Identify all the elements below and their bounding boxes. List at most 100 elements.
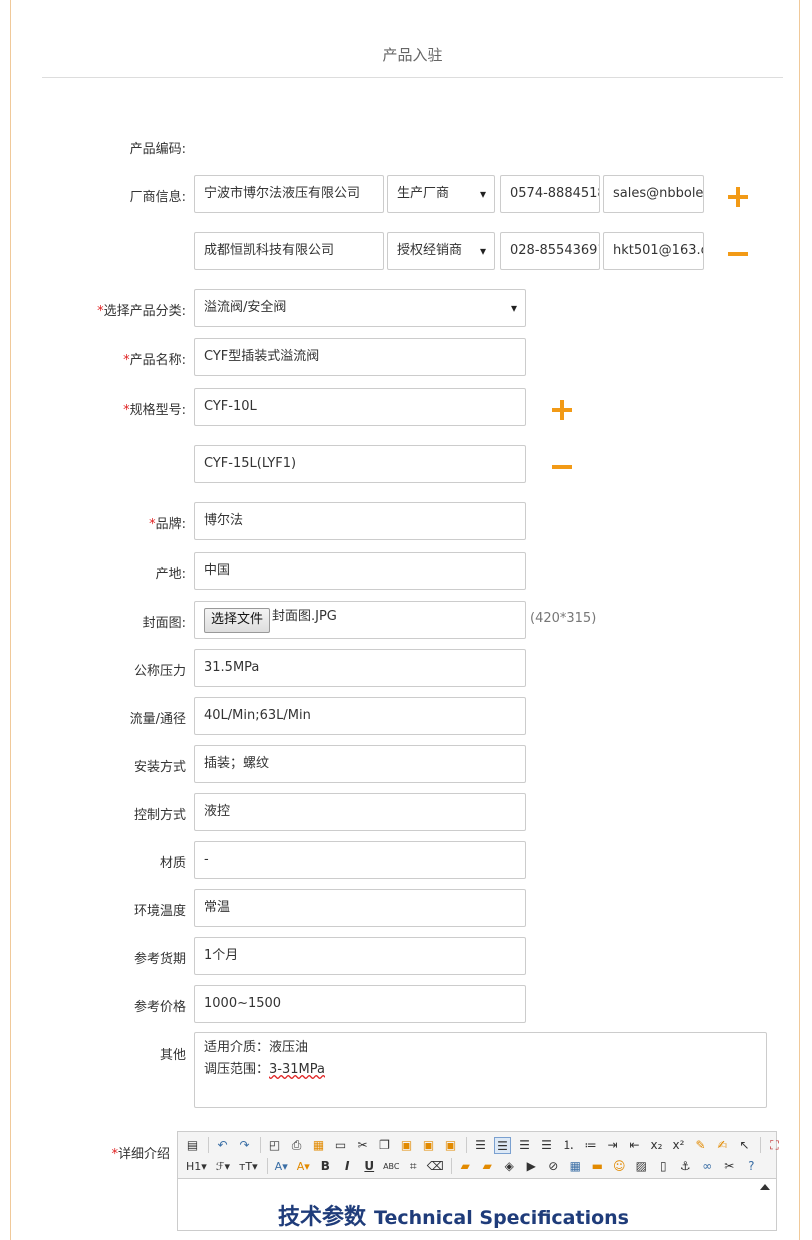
subscript-icon[interactable]: x₂: [648, 1137, 665, 1154]
align-right-icon[interactable]: ☰: [516, 1137, 533, 1154]
vendor-company-input-2[interactable]: 成都恒凯科技有限公司: [194, 232, 384, 270]
product-code-label: 产品编码:: [129, 142, 186, 157]
brand-input[interactable]: 博尔法: [194, 502, 526, 540]
media-icon[interactable]: ▶: [523, 1158, 540, 1175]
indent-icon[interactable]: ⇥: [604, 1137, 621, 1154]
pressure-input[interactable]: 31.5MPa: [194, 649, 526, 687]
help-icon[interactable]: ?: [743, 1158, 760, 1175]
scroll-up-arrow-icon[interactable]: [760, 1184, 770, 1190]
editor-content[interactable]: 技术参数 Technical Specifications: [178, 1179, 758, 1239]
align-left-icon[interactable]: ☰: [472, 1137, 489, 1154]
copy-icon[interactable]: ❐: [376, 1137, 393, 1154]
font-family-select[interactable]: ℱ▾: [214, 1158, 232, 1175]
italic-icon[interactable]: I: [339, 1158, 356, 1175]
title-divider: [42, 77, 783, 78]
image-icon[interactable]: ▰: [457, 1158, 474, 1175]
choose-file-button[interactable]: 选择文件: [204, 608, 271, 633]
select-all-icon[interactable]: ↖: [736, 1137, 753, 1154]
outdent-icon[interactable]: ⇤: [626, 1137, 643, 1154]
origin-label: 产地:: [155, 567, 186, 582]
paste-icon[interactable]: ▣: [398, 1137, 415, 1154]
vendor-type-select-2[interactable]: 授权经销商: [387, 232, 495, 270]
ordered-list-icon[interactable]: ⒈: [560, 1137, 577, 1154]
toolbar-separator: [466, 1137, 467, 1153]
fullscreen-icon[interactable]: ⛶: [766, 1137, 783, 1154]
cover-label: 封面图:: [142, 616, 186, 631]
spec-heading-cn: 技术参数: [278, 1205, 367, 1230]
install-label: 安装方式: [133, 760, 186, 775]
origin-input[interactable]: 中国: [194, 552, 526, 590]
align-center-icon[interactable]: ☰: [494, 1136, 511, 1154]
toolbar-row-2: H1▾ ℱ▾ тT▾ A▾ A▾ B I U ABC ⌗ ⌫ ▰ ▰ ◈ ▶ ⊘…: [184, 1156, 765, 1176]
attachment-icon[interactable]: ⊘: [545, 1158, 562, 1175]
price-input[interactable]: 1000~1500: [194, 985, 526, 1023]
other-textarea[interactable]: 适用介质：液压油 调压范围：3-31MPa: [194, 1032, 767, 1108]
unlink-icon[interactable]: ✂: [721, 1158, 738, 1175]
vendor-email-input-1[interactable]: sales@nbbolef.com: [603, 175, 704, 213]
pressure-label: 公称压力: [133, 664, 186, 679]
spec-input-2[interactable]: CYF-15L(LYF1): [194, 445, 526, 483]
strikethrough-icon[interactable]: ABC: [383, 1158, 400, 1175]
emoticon-icon[interactable]: ☺: [611, 1158, 628, 1175]
bold-icon[interactable]: B: [317, 1158, 334, 1175]
vendor-phone-input-2[interactable]: 028-85543691: [500, 232, 600, 270]
table-icon[interactable]: ▦: [567, 1158, 584, 1175]
delivery-input[interactable]: 1个月: [194, 937, 526, 975]
vendor-phone-input-1[interactable]: 0574-88845188: [500, 175, 600, 213]
vendor-email-input-2[interactable]: hkt501@163.com: [603, 232, 704, 270]
remove-vendor-icon[interactable]: [728, 244, 748, 264]
flash-icon[interactable]: ◈: [501, 1158, 518, 1175]
hr-icon[interactable]: ▬: [589, 1158, 606, 1175]
align-justify-icon[interactable]: ☰: [538, 1137, 555, 1154]
install-input[interactable]: 插装；螺纹: [194, 745, 526, 783]
clear-format-icon[interactable]: ✎: [692, 1137, 709, 1154]
toolbar-row-1: ▤ ↶ ↷ ◰ ⎙ ▦ ▭ ✂ ❐ ▣ ▣ ▣ ☰ ☰ ☰ ☰ ⒈ ≔ ⇥ ⇤ …: [184, 1135, 788, 1155]
superscript-icon[interactable]: x²: [670, 1137, 687, 1154]
add-spec-icon[interactable]: [552, 400, 572, 420]
underline-icon[interactable]: U: [361, 1158, 378, 1175]
brand-label: *品牌:: [149, 517, 186, 532]
temp-input[interactable]: 常温: [194, 889, 526, 927]
anchor-icon[interactable]: ⚓: [677, 1158, 694, 1175]
preview-icon[interactable]: ◰: [266, 1137, 283, 1154]
rich-text-editor[interactable]: ▤ ↶ ↷ ◰ ⎙ ▦ ▭ ✂ ❐ ▣ ▣ ▣ ☰ ☰ ☰ ☰ ⒈ ≔ ⇥ ⇤ …: [177, 1131, 779, 1231]
remove-format-icon[interactable]: ⌫: [427, 1158, 444, 1175]
flow-input[interactable]: 40L/Min;63L/Min: [194, 697, 526, 735]
temp-label: 环境温度: [133, 904, 186, 919]
quick-format-icon[interactable]: ✍: [714, 1137, 731, 1154]
undo-icon[interactable]: ↶: [214, 1137, 231, 1154]
paste-word-icon[interactable]: ▣: [442, 1137, 459, 1154]
product-name-input[interactable]: CYF型插装式溢流阀: [194, 338, 526, 376]
spec-heading-en: Technical Specifications: [374, 1207, 629, 1229]
cut-icon[interactable]: ✂: [354, 1137, 371, 1154]
code-icon[interactable]: ▭: [332, 1137, 349, 1154]
category-select[interactable]: 溢流阀/安全阀: [194, 289, 526, 327]
heading-select[interactable]: H1▾: [184, 1158, 209, 1175]
source-icon[interactable]: ▤: [184, 1137, 201, 1154]
font-size-select[interactable]: тT▾: [237, 1158, 260, 1175]
paste-text-icon[interactable]: ▣: [420, 1137, 437, 1154]
template-icon[interactable]: ▦: [310, 1137, 327, 1154]
spec-input-1[interactable]: CYF-10L: [194, 388, 526, 426]
multi-image-icon[interactable]: ▰: [479, 1158, 496, 1175]
font-color-icon[interactable]: A▾: [273, 1158, 290, 1175]
line-height-icon[interactable]: ⌗: [405, 1158, 422, 1175]
map-icon[interactable]: ▨: [633, 1158, 650, 1175]
vendor-type-select-1[interactable]: 生产厂商: [387, 175, 495, 213]
add-vendor-icon[interactable]: [728, 187, 748, 207]
unordered-list-icon[interactable]: ≔: [582, 1137, 599, 1154]
link-icon[interactable]: ∞: [699, 1158, 716, 1175]
highlight-color-icon[interactable]: A▾: [295, 1158, 312, 1175]
toolbar-separator: [450, 1158, 452, 1174]
remove-spec-icon[interactable]: [552, 457, 572, 477]
print-icon[interactable]: ⎙: [288, 1137, 305, 1154]
material-label: 材质: [159, 856, 186, 871]
control-input[interactable]: 液控: [194, 793, 526, 831]
redo-icon[interactable]: ↷: [236, 1137, 253, 1154]
toolbar-separator: [266, 1158, 268, 1174]
toolbar-separator: [208, 1137, 209, 1153]
toolbar-separator: [260, 1137, 261, 1153]
pagebreak-icon[interactable]: ▯: [655, 1158, 672, 1175]
material-input[interactable]: -: [194, 841, 526, 879]
vendor-company-input-1[interactable]: 宁波市博尔法液压有限公司: [194, 175, 384, 213]
